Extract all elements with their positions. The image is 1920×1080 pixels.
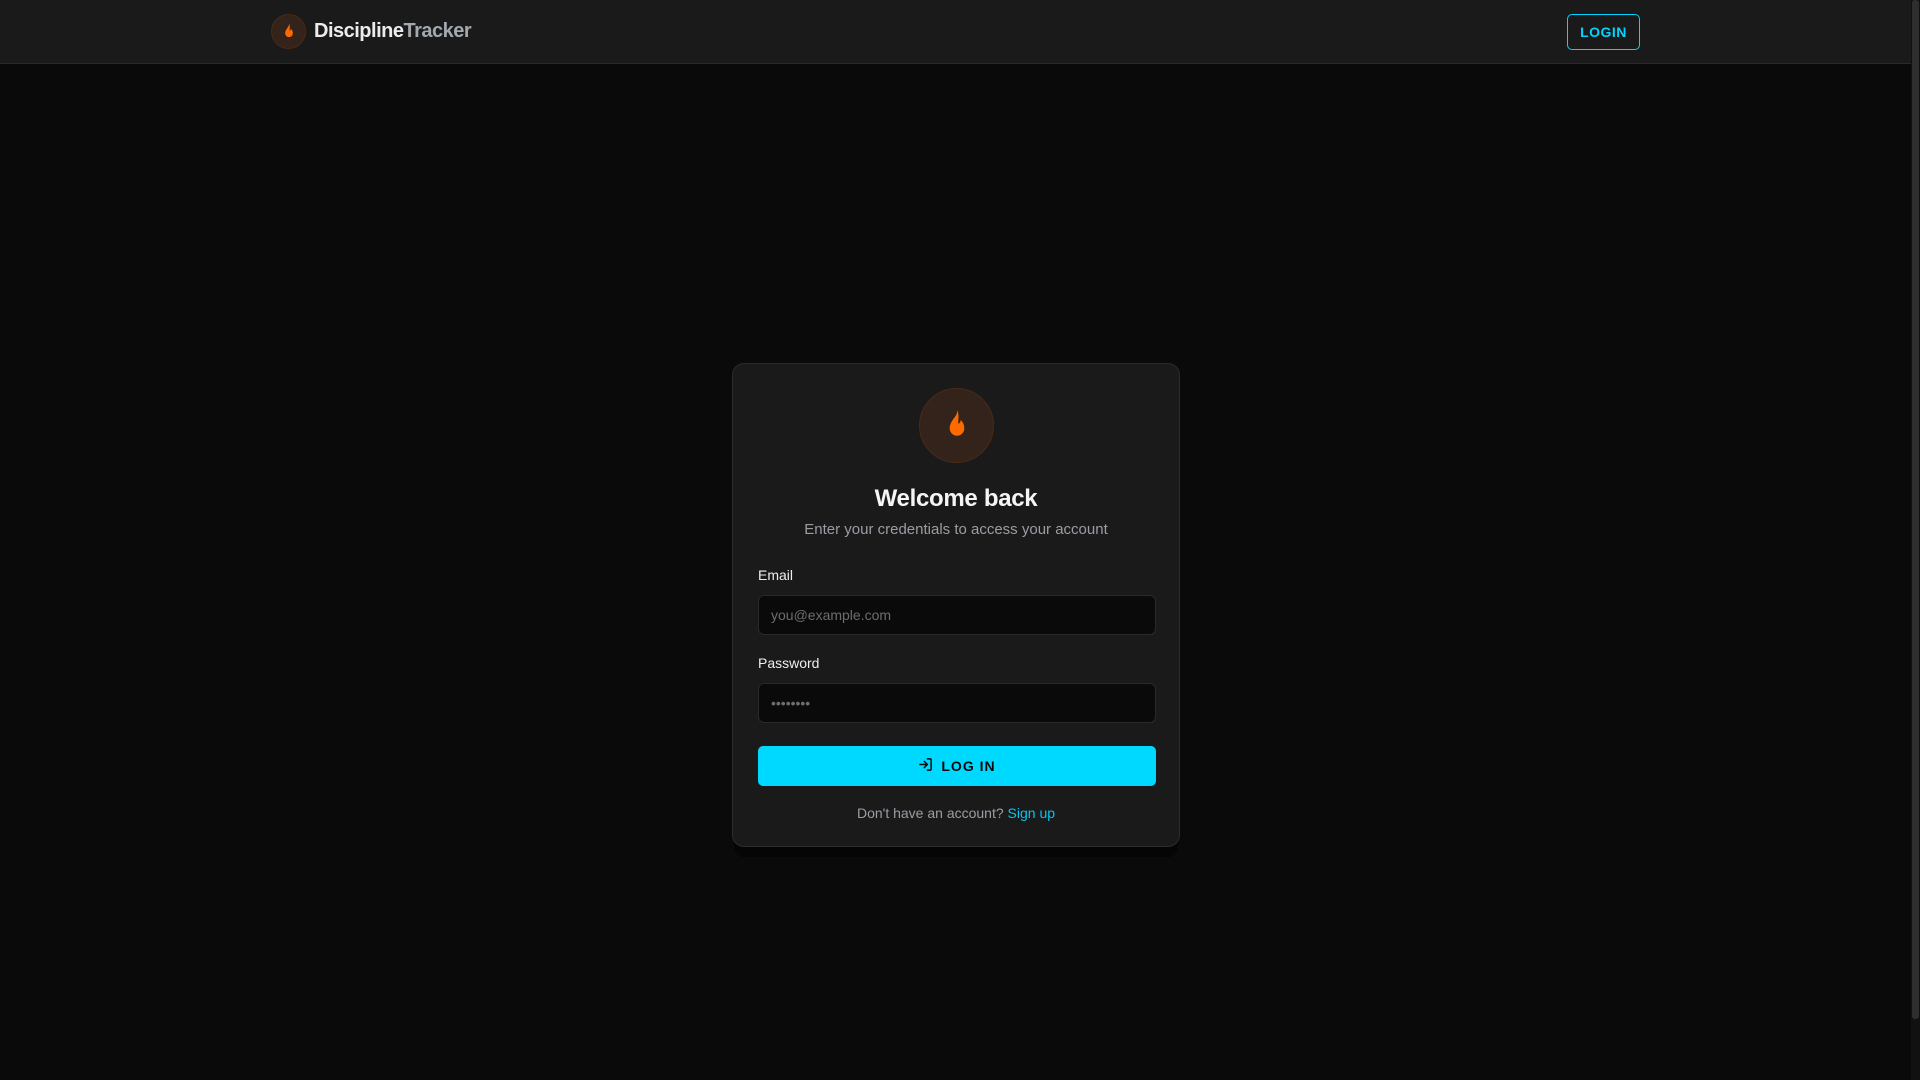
header-login-button[interactable]: LOGIN — [1567, 14, 1640, 50]
signup-prompt: Don't have an account? Sign up — [733, 805, 1179, 821]
log-in-icon — [918, 757, 933, 775]
signup-link[interactable]: Sign up — [1008, 805, 1055, 821]
page-subtitle: Enter your credentials to access your ac… — [804, 521, 1108, 538]
top-navbar: DisciplineTracker LOGIN — [0, 0, 1911, 64]
flame-icon — [271, 14, 306, 49]
login-card: Welcome back Enter your credentials to a… — [732, 363, 1180, 847]
flame-icon — [919, 388, 994, 463]
brand-name-secondary: Tracker — [403, 20, 472, 42]
email-label: Email — [758, 567, 794, 583]
email-input[interactable] — [758, 595, 1156, 635]
signup-prompt-text: Don't have an account? — [856, 805, 1004, 821]
scrollbar-thumb[interactable] — [1912, 0, 1919, 1019]
password-input[interactable] — [758, 683, 1156, 723]
page-title: Welcome back — [874, 485, 1038, 512]
login-submit-label: LOG IN — [941, 758, 996, 774]
page-scrollbar[interactable] — [1911, 0, 1920, 1080]
password-label: Password — [758, 655, 820, 671]
brand-logo-link[interactable]: DisciplineTracker — [271, 14, 472, 49]
brand-name-primary: Discipline — [314, 20, 404, 42]
login-submit-button[interactable]: LOG IN — [758, 746, 1156, 786]
